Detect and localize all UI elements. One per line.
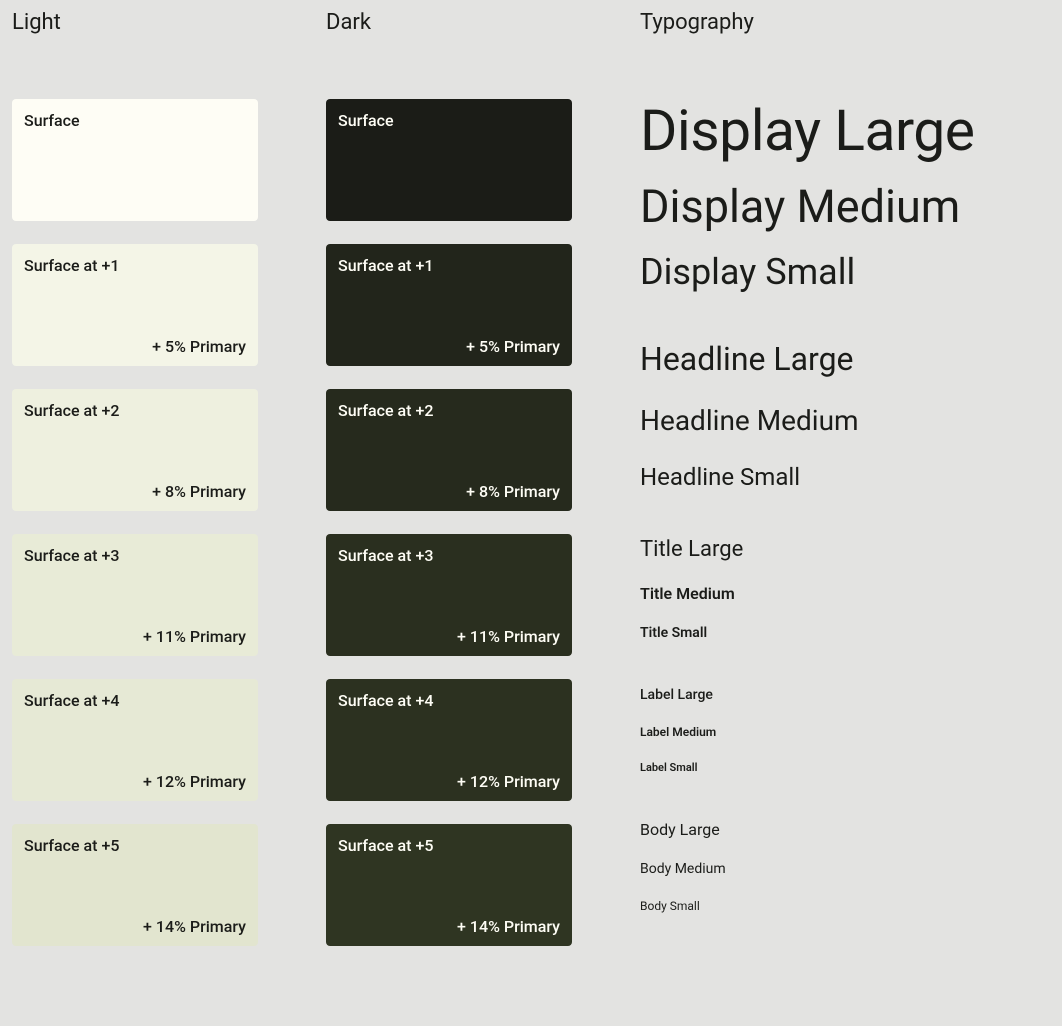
body-small: Body Small: [640, 899, 1050, 913]
headline-group: Headline Large Headline Medium Headline …: [640, 340, 1050, 491]
label-small: Label Small: [640, 761, 1050, 774]
dark-swatch-2: Surface at +2 + 8% Primary: [326, 389, 572, 511]
typography-header: Typography: [640, 10, 1050, 35]
light-header: Light: [12, 10, 258, 35]
display-small: Display Small: [640, 251, 1050, 294]
title-small: Title Small: [640, 625, 1050, 641]
swatch-sub: + 11% Primary: [338, 627, 560, 646]
swatch-title: Surface at +2: [338, 401, 560, 420]
headline-large: Headline Large: [640, 340, 1050, 378]
light-column: Light Surface Surface at +1 + 5% Primary…: [12, 10, 258, 969]
swatch-sub: + 5% Primary: [24, 337, 246, 356]
dark-swatch-4: Surface at +4 + 12% Primary: [326, 679, 572, 801]
title-medium: Title Medium: [640, 584, 1050, 603]
light-swatch-2: Surface at +2 + 8% Primary: [12, 389, 258, 511]
swatch-title: Surface at +1: [24, 256, 246, 275]
label-medium: Label Medium: [640, 725, 1050, 739]
light-swatch-0: Surface: [12, 99, 258, 221]
dark-swatch-0: Surface: [326, 99, 572, 221]
label-group: Label Large Label Medium Label Small: [640, 687, 1050, 774]
swatch-title: Surface at +3: [338, 546, 560, 565]
swatch-title: Surface at +2: [24, 401, 246, 420]
title-group: Title Large Title Medium Title Small: [640, 537, 1050, 641]
title-large: Title Large: [640, 537, 1050, 562]
display-group: Display Large Display Medium Display Sma…: [640, 99, 1050, 294]
light-swatch-3: Surface at +3 + 11% Primary: [12, 534, 258, 656]
swatch-title: Surface at +4: [24, 691, 246, 710]
light-swatch-4: Surface at +4 + 12% Primary: [12, 679, 258, 801]
swatch-title: Surface at +4: [338, 691, 560, 710]
dark-swatch-5: Surface at +5 + 14% Primary: [326, 824, 572, 946]
swatch-sub: + 8% Primary: [338, 482, 560, 501]
headline-medium: Headline Medium: [640, 404, 1050, 437]
body-large: Body Large: [640, 820, 1050, 839]
body-medium: Body Medium: [640, 861, 1050, 877]
swatch-sub: + 12% Primary: [338, 772, 560, 791]
swatch-sub: + 5% Primary: [338, 337, 560, 356]
dark-column: Dark Surface Surface at +1 + 5% Primary …: [326, 10, 572, 969]
swatch-title: Surface at +5: [24, 836, 246, 855]
swatch-title: Surface: [24, 111, 246, 130]
headline-small: Headline Small: [640, 463, 1050, 491]
display-large: Display Large: [640, 99, 1050, 163]
swatch-sub: + 8% Primary: [24, 482, 246, 501]
label-large: Label Large: [640, 687, 1050, 703]
dark-swatch-1: Surface at +1 + 5% Primary: [326, 244, 572, 366]
light-swatch-5: Surface at +5 + 14% Primary: [12, 824, 258, 946]
display-medium: Display Medium: [640, 181, 1050, 233]
body-group: Body Large Body Medium Body Small: [640, 820, 1050, 913]
dark-header: Dark: [326, 10, 572, 35]
dark-swatch-3: Surface at +3 + 11% Primary: [326, 534, 572, 656]
light-swatch-1: Surface at +1 + 5% Primary: [12, 244, 258, 366]
swatch-title: Surface at +3: [24, 546, 246, 565]
swatch-sub: + 11% Primary: [24, 627, 246, 646]
swatch-title: Surface at +1: [338, 256, 560, 275]
swatch-sub: + 14% Primary: [338, 917, 560, 936]
swatch-sub: + 14% Primary: [24, 917, 246, 936]
swatch-title: Surface at +5: [338, 836, 560, 855]
typography-column: Typography Display Large Display Medium …: [640, 10, 1050, 969]
swatch-sub: + 12% Primary: [24, 772, 246, 791]
swatch-title: Surface: [338, 111, 560, 130]
